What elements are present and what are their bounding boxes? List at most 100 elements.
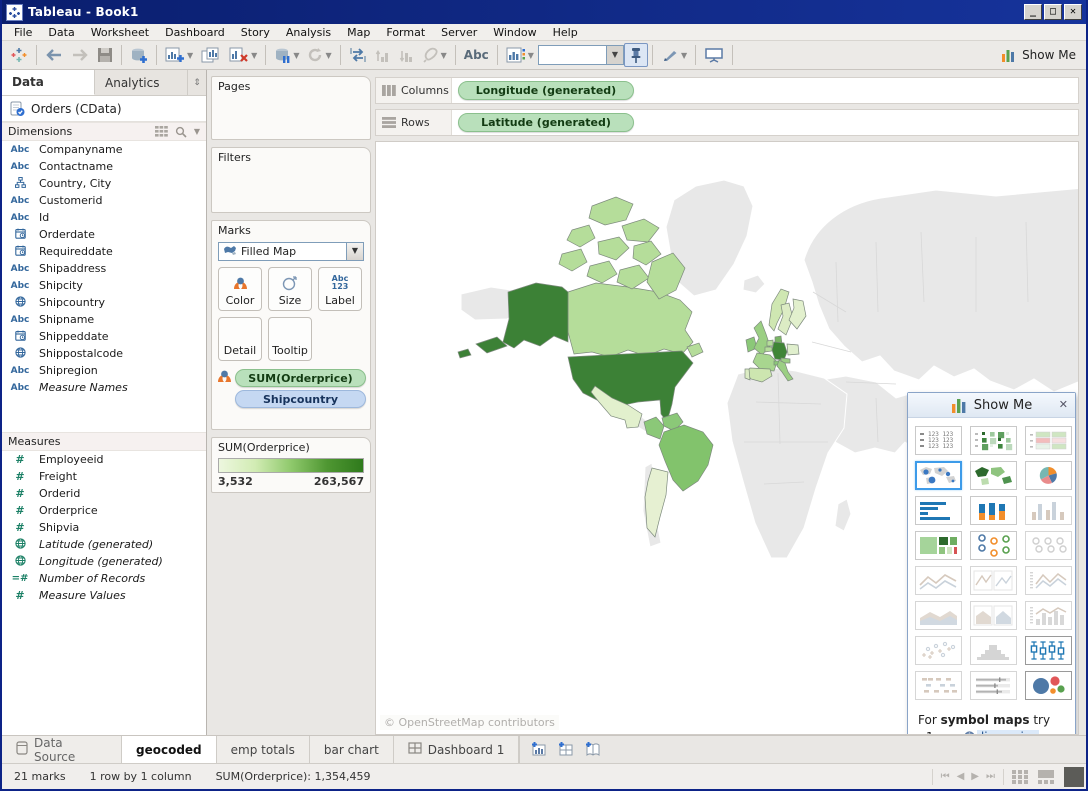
show-me-box-and-whisker[interactable] xyxy=(1025,636,1072,665)
mark-tooltip-button[interactable]: Tooltip xyxy=(268,317,312,361)
pill-longitude-generated[interactable]: Longitude (generated) xyxy=(458,81,634,100)
run-update-button[interactable]: ▼ xyxy=(303,43,335,67)
last-sheet-icon[interactable]: ⏭ xyxy=(986,771,995,782)
new-story-button[interactable] xyxy=(584,741,601,759)
new-datasource-button[interactable] xyxy=(126,43,152,67)
tab-analytics[interactable]: Analytics xyxy=(95,70,188,95)
show-me-gantt[interactable] xyxy=(915,671,962,700)
show-me-area-discrete[interactable] xyxy=(970,601,1017,630)
sheet-tab-geocoded[interactable]: geocoded xyxy=(122,736,217,763)
dimension-companyname[interactable]: AbcCompanyname xyxy=(2,141,206,158)
dimension-shippostalcode[interactable]: Shippostalcode xyxy=(2,345,206,362)
pill-shipcountry[interactable]: Shipcountry xyxy=(235,390,366,408)
menu-story[interactable]: Story xyxy=(233,25,278,40)
abc-labels-button[interactable]: Abc xyxy=(460,43,493,67)
save-button[interactable] xyxy=(93,43,117,67)
map-region-netherlands[interactable] xyxy=(767,340,773,346)
dimension-shippeddate[interactable]: Shippeddate xyxy=(2,328,206,345)
tab-data[interactable]: Data xyxy=(2,70,95,95)
highlight-button[interactable]: ▼ xyxy=(419,43,451,67)
dimension-id[interactable]: AbcId xyxy=(2,209,206,226)
show-me-heat-map[interactable] xyxy=(1025,426,1072,455)
presentation-mode-button[interactable] xyxy=(700,43,728,67)
show-me-side-by-side-circles[interactable] xyxy=(1025,531,1072,560)
show-me-horizontal-bars[interactable] xyxy=(915,496,962,525)
close-button[interactable]: ✕ xyxy=(1064,4,1082,20)
menu-worksheet[interactable]: Worksheet xyxy=(83,25,157,40)
format-button[interactable]: ▼ xyxy=(657,43,691,67)
datasource-item[interactable]: Orders (CData) xyxy=(2,96,206,122)
dimension-shipregion[interactable]: AbcShipregion xyxy=(2,362,206,379)
measure-number-of-records[interactable]: =#Number of Records xyxy=(2,570,206,587)
dimension-customerid[interactable]: AbcCustomerid xyxy=(2,192,206,209)
swap-axes-button[interactable] xyxy=(345,43,371,67)
search-icon[interactable] xyxy=(175,126,187,138)
new-dashboard-button[interactable] xyxy=(557,741,574,759)
tableau-start-icon[interactable] xyxy=(6,43,32,67)
sheet-sorter-icon[interactable] xyxy=(1012,770,1030,784)
maximize-button[interactable]: □ xyxy=(1044,4,1062,20)
show-me-filled-map[interactable] xyxy=(970,461,1017,490)
dimension-shipcity[interactable]: AbcShipcity xyxy=(2,277,206,294)
pane-options-icon[interactable]: ⇕ xyxy=(188,70,206,95)
dimension-shipname[interactable]: AbcShipname xyxy=(2,311,206,328)
fix-axes-button[interactable] xyxy=(624,43,648,67)
measure-freight[interactable]: #Freight xyxy=(2,468,206,485)
measure-employeeid[interactable]: #Employeeid xyxy=(2,451,206,468)
show-me-histogram[interactable] xyxy=(970,636,1017,665)
show-me-bullet-graph[interactable] xyxy=(970,671,1017,700)
pill-latitude-generated[interactable]: Latitude (generated) xyxy=(458,113,634,132)
show-me-dual-combination[interactable] xyxy=(1025,601,1072,630)
show-me-text-table[interactable]: 123 123123 123123 123 xyxy=(915,426,962,455)
first-sheet-icon[interactable]: ⏮ xyxy=(941,771,950,782)
show-me-packed-bubbles[interactable] xyxy=(1025,671,1072,700)
sheet-tab-emp-totals[interactable]: emp totals xyxy=(217,736,310,763)
clear-sheet-button[interactable]: ▼ xyxy=(225,43,261,67)
show-me-area-continuous[interactable] xyxy=(915,601,962,630)
dimension-requireddate[interactable]: Requireddate xyxy=(2,243,206,260)
dimension-shipaddress[interactable]: AbcShipaddress xyxy=(2,260,206,277)
measure-orderprice[interactable]: #Orderprice xyxy=(2,502,206,519)
mark-color-button[interactable]: Color xyxy=(218,267,262,311)
map-region-belgium[interactable] xyxy=(765,347,772,352)
fit-select[interactable]: ▼ xyxy=(538,45,624,65)
show-me-side-by-side-bars[interactable] xyxy=(1025,496,1072,525)
sheet-tab-data-source[interactable]: Data Source xyxy=(2,736,122,763)
menu-server[interactable]: Server xyxy=(433,25,485,40)
menu-format[interactable]: Format xyxy=(378,25,433,40)
menu-dashboard[interactable]: Dashboard xyxy=(157,25,233,40)
show-me-discrete-lines[interactable] xyxy=(970,566,1017,595)
mark-label-button[interactable]: Abc123Label xyxy=(318,267,362,311)
mark-size-button[interactable]: Size xyxy=(268,267,312,311)
menu-window[interactable]: Window xyxy=(485,25,544,40)
duplicate-sheet-button[interactable] xyxy=(197,43,225,67)
rows-shelf[interactable]: Rows Latitude (generated) xyxy=(375,109,1079,136)
filters-shelf[interactable]: Filters xyxy=(211,147,371,213)
sort-ascending-button[interactable] xyxy=(371,43,395,67)
pages-shelf[interactable]: Pages xyxy=(211,76,371,140)
sort-descending-button[interactable] xyxy=(395,43,419,67)
mark-detail-button[interactable]: Detail xyxy=(218,317,262,361)
show-me-circle-views[interactable] xyxy=(970,531,1017,560)
next-sheet-icon[interactable]: ▶ xyxy=(971,771,979,782)
columns-shelf[interactable]: Columns Longitude (generated) xyxy=(375,77,1079,104)
map-view[interactable]: © OpenStreetMap contributors Show Me ✕ 1… xyxy=(375,141,1079,735)
map-region-poland[interactable] xyxy=(787,344,799,355)
measure-shipvia[interactable]: #Shipvia xyxy=(2,519,206,536)
menu-file[interactable]: File xyxy=(6,25,40,40)
prev-sheet-icon[interactable]: ◀ xyxy=(957,771,965,782)
show-me-header[interactable]: Show Me ✕ xyxy=(908,393,1075,418)
redo-button[interactable] xyxy=(67,43,93,67)
undo-button[interactable] xyxy=(41,43,67,67)
fit-select-dropdown-icon[interactable]: ▼ xyxy=(606,46,623,64)
sheet-tab-bar-chart[interactable]: bar chart xyxy=(310,736,394,763)
toolbar-show-me-button[interactable]: Show Me xyxy=(1001,48,1082,62)
new-worksheet-button[interactable] xyxy=(530,741,547,759)
sheet-tab-dashboard-1[interactable]: Dashboard 1 xyxy=(394,736,520,763)
dimension-contactname[interactable]: AbcContactname xyxy=(2,158,206,175)
dimension-orderdate[interactable]: Orderdate xyxy=(2,226,206,243)
show-me-pie-chart[interactable] xyxy=(1025,461,1072,490)
dimension-shipcountry[interactable]: Shipcountry xyxy=(2,294,206,311)
new-worksheet-button[interactable]: ▼ xyxy=(161,43,197,67)
menu-map[interactable]: Map xyxy=(339,25,378,40)
